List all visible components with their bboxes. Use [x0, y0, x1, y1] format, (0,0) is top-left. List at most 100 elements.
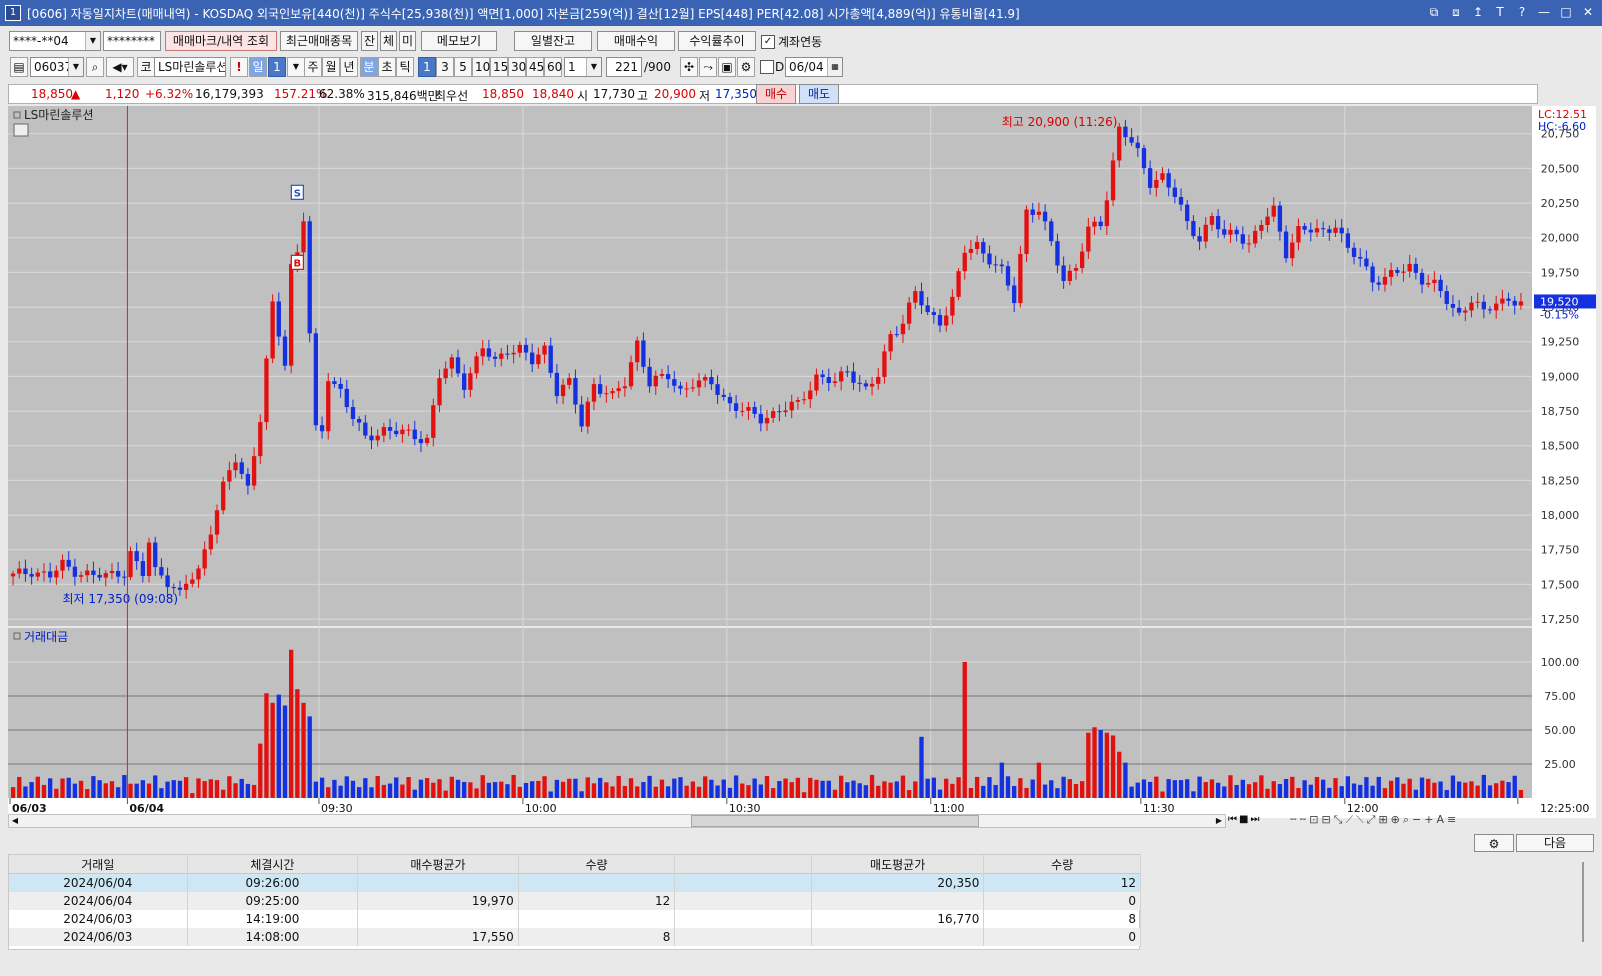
period-daily-count[interactable]: 1 [268, 57, 286, 77]
daily-balance-button[interactable]: 일별잔고 [514, 31, 592, 51]
candle-body [1327, 229, 1332, 233]
executed-button[interactable]: 체 [380, 31, 397, 51]
gear-icon[interactable]: ⚙ [1474, 834, 1514, 852]
scroll-left-icon[interactable]: ◀ [9, 815, 21, 827]
table-row[interactable]: 2024/06/03 14:08:00 17,550 8 0 [9, 928, 1141, 946]
tile-icon[interactable]: ⧉ [1426, 3, 1442, 21]
trade-mark-button[interactable]: 매매마크/내역 조회 [165, 31, 277, 51]
unfilled-button[interactable]: 미 [399, 31, 416, 51]
minimize-icon[interactable]: — [1536, 3, 1552, 21]
candle-body [1172, 187, 1178, 197]
period-yearly[interactable]: 년 [340, 57, 358, 77]
alert-icon[interactable]: ! [230, 57, 248, 77]
recent-trades-button[interactable]: 최근매매종목 [280, 31, 358, 51]
chevron-down-icon[interactable]: ▼ [85, 32, 100, 50]
table-row[interactable]: 2024/06/04 09:26:00 20,350 12 [9, 873, 1141, 892]
period-weekly[interactable]: 주 [304, 57, 322, 77]
bar-count-input[interactable]: 221 [606, 57, 642, 77]
period-tick[interactable]: 틱 [396, 57, 414, 77]
turnover-rate: 62.38% [319, 87, 365, 101]
help-icon[interactable]: ? [1514, 3, 1530, 21]
date-checkbox[interactable] [760, 60, 774, 74]
stock-code-input[interactable]: 060370 ▼ [30, 57, 84, 77]
candle-body [1055, 241, 1060, 266]
volume-bar [1110, 735, 1116, 798]
volume-bar [474, 788, 479, 798]
close-icon[interactable]: ✕ [1580, 3, 1596, 21]
interval-select[interactable]: 1 ▼ [564, 57, 602, 77]
volume-bar [289, 649, 294, 798]
minute-45[interactable]: 45 [526, 57, 544, 77]
font-icon[interactable]: T [1492, 3, 1508, 21]
layout-icon[interactable]: ▤ [10, 57, 28, 77]
period-monthly[interactable]: 월 [322, 57, 340, 77]
calendar-icon[interactable]: ▦ [827, 58, 842, 76]
cascade-icon[interactable]: ⧈ [1448, 3, 1464, 21]
stock-name-field[interactable]: LS마린솔루션 [154, 57, 226, 77]
chevron-down-icon[interactable]: ▼ [287, 57, 305, 77]
next-button[interactable]: 다음 [1516, 834, 1594, 852]
memo-button[interactable]: 메모보기 [421, 31, 497, 51]
minute-5[interactable]: 5 [454, 57, 472, 77]
minute-3[interactable]: 3 [436, 57, 454, 77]
sell-button[interactable]: 매도 [799, 84, 839, 104]
candle-body [227, 470, 232, 482]
minute-10[interactable]: 10 [472, 57, 490, 77]
chart-grid-icon[interactable] [13, 123, 29, 137]
balance-button[interactable]: 잔 [361, 31, 378, 51]
period-second[interactable]: 초 [378, 57, 396, 77]
search-icon[interactable]: ⌕ [86, 57, 104, 77]
minute-1[interactable]: 1 [418, 57, 436, 77]
table-row[interactable]: 2024/06/04 09:25:00 19,970 12 0 [9, 892, 1141, 910]
candle-body [153, 542, 158, 568]
volume-bar [307, 716, 312, 798]
candle-body [418, 439, 424, 444]
stop-icon[interactable]: ■ [1239, 814, 1248, 825]
minute-15[interactable]: 15 [490, 57, 508, 77]
password-field[interactable]: ******** [103, 31, 161, 51]
table-row[interactable]: 2024/06/03 14:19:00 16,770 8 [9, 910, 1141, 928]
volume-bar [733, 775, 739, 798]
volume-bar [369, 787, 374, 798]
candle-body [585, 401, 590, 427]
yield-trend-button[interactable]: 수익률추이 [678, 31, 756, 51]
volume-bar [499, 781, 504, 798]
volume-bar [1030, 779, 1035, 798]
speaker-icon[interactable]: ◀▾ [106, 57, 134, 77]
chart-scrollbar[interactable]: ◀ ▶ [8, 814, 1226, 828]
account-link-toggle[interactable]: ✓ 계좌연동 [761, 33, 822, 50]
volume-bar [1339, 786, 1344, 798]
last-icon[interactable]: ⏭ [1250, 814, 1259, 825]
period-daily[interactable]: 일 [249, 57, 267, 77]
y-tick-label: 20,250 [1541, 197, 1580, 210]
price-chart[interactable]: 17,250 17,500 17,750 18,000 18,250 18,500 18,7… [8, 106, 1596, 824]
volume-bar [1141, 779, 1147, 798]
period-minute[interactable]: 분 [360, 57, 378, 77]
save-icon[interactable]: ▣ [718, 57, 736, 77]
pin-icon[interactable]: ↥ [1470, 3, 1486, 21]
gear-icon[interactable]: ⚙ [737, 57, 755, 77]
volume-bar [183, 777, 189, 798]
crosshair-icon[interactable]: ✣ [680, 57, 698, 77]
first-icon[interactable]: ⏮ [1228, 814, 1237, 825]
minute-30[interactable]: 30 [508, 57, 526, 77]
chevron-down-icon[interactable]: ▼ [586, 58, 601, 76]
date-input[interactable]: 06/04 ▦ [785, 57, 843, 77]
grid-scrollbar[interactable] [1582, 862, 1584, 942]
chevron-down-icon[interactable]: ▼ [68, 58, 83, 76]
volume-bar [579, 791, 584, 798]
buy-button[interactable]: 매수 [756, 84, 796, 104]
trade-profit-button[interactable]: 매매수익 [597, 31, 675, 51]
checkbox-checked-icon[interactable]: ✓ [761, 34, 775, 49]
draw-tool-icon[interactable]: ⤳ [699, 57, 717, 77]
account-select[interactable]: ****-**04 ▼ [9, 31, 101, 51]
maximize-icon[interactable]: □ [1558, 3, 1574, 21]
scroll-right-icon[interactable]: ▶ [1213, 815, 1225, 827]
candle-body [1092, 221, 1097, 227]
scroll-thumb[interactable] [691, 815, 979, 827]
volume-bar [41, 784, 47, 798]
y-tick-label: 18,000 [1541, 509, 1580, 522]
draw-tools[interactable]: ╌╌⊡⊟⤡⟋⟍⤢⊞⊕⌕−+A≡ [1290, 813, 1590, 827]
candle-body [1215, 216, 1221, 230]
minute-60[interactable]: 60 [544, 57, 562, 77]
